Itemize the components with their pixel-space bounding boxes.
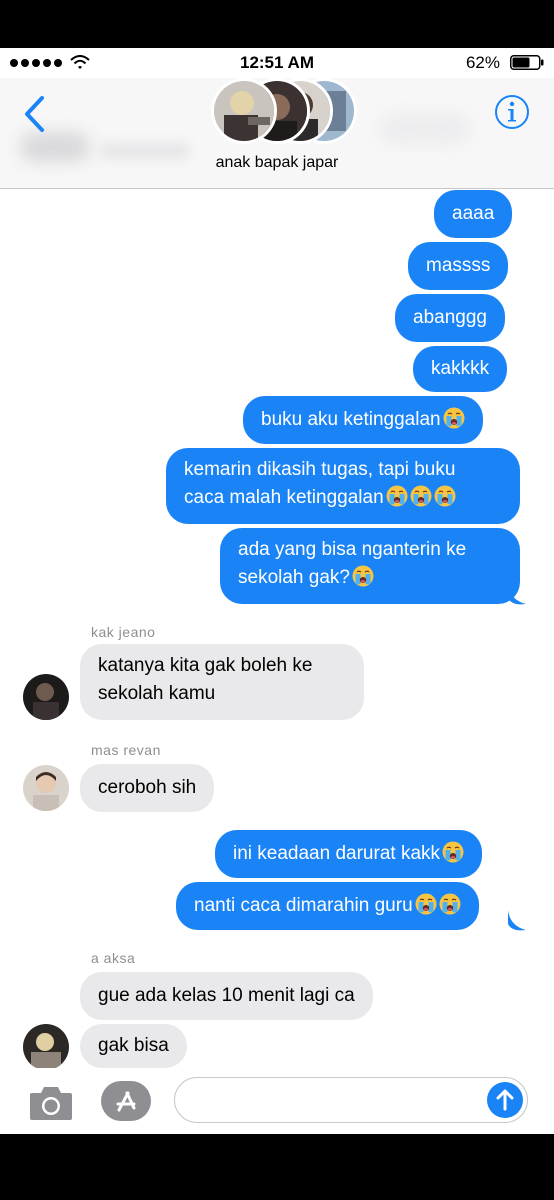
outgoing-message[interactable]: nanti caca dimarahin guru	[176, 882, 479, 930]
incoming-message[interactable]: gue ada kelas 10 menit lagi ca	[80, 972, 373, 1020]
outgoing-message[interactable]: kemarin dikasih tugas, tapi buku caca ma…	[166, 448, 520, 524]
group-name[interactable]: anak bapak japar	[0, 154, 554, 172]
info-icon[interactable]	[494, 94, 530, 130]
status-bar: 12:51 AM 62%	[0, 48, 554, 78]
back-chevron-icon[interactable]	[20, 94, 50, 134]
battery-percentage: 62%	[465, 53, 500, 72]
avatar	[211, 78, 277, 144]
avatar[interactable]	[23, 765, 69, 811]
send-button[interactable]	[487, 1082, 523, 1118]
messages-screen: 12:51 AM 62% anak bapak japar aaaa masss…	[0, 48, 554, 1134]
app-store-icon[interactable]	[100, 1080, 152, 1122]
loudly-crying-face-icon	[410, 485, 432, 507]
sender-name: mas revan	[91, 742, 161, 758]
group-avatars[interactable]	[211, 78, 357, 144]
outgoing-message[interactable]: ada yang bisa nganterin ke sekolah gak?	[220, 528, 520, 604]
sender-name: a aksa	[91, 950, 136, 966]
incoming-message[interactable]: katanya kita gak boleh ke sekolah kamu	[80, 644, 364, 720]
outgoing-message[interactable]: ini keadaan darurat kakk	[215, 830, 483, 878]
avatar[interactable]	[23, 674, 69, 720]
loudly-crying-face-icon	[434, 485, 456, 507]
incoming-message[interactable]: gak bisa	[80, 1024, 187, 1068]
compose-bar	[0, 1068, 554, 1134]
outgoing-message[interactable]: abanggg	[395, 294, 505, 342]
outgoing-message[interactable]: massss	[408, 242, 509, 290]
sender-name: kak jeano	[91, 624, 156, 640]
bottom-bezel	[0, 1134, 554, 1200]
loudly-crying-face-icon	[352, 565, 374, 587]
incoming-message[interactable]: ceroboh sih	[80, 764, 215, 812]
outgoing-message[interactable]: aaaa	[434, 190, 513, 238]
camera-icon[interactable]	[28, 1084, 74, 1122]
avatar[interactable]	[23, 1024, 69, 1070]
outgoing-message[interactable]: buku aku ketinggalan	[243, 396, 483, 444]
outgoing-message[interactable]: kakkkk	[413, 346, 508, 392]
loudly-crying-face-icon	[415, 893, 437, 915]
loudly-crying-face-icon	[442, 841, 464, 863]
conversation-header: anak bapak japar	[0, 78, 554, 189]
loudly-crying-face-icon	[386, 485, 408, 507]
message-input[interactable]	[174, 1077, 528, 1123]
loudly-crying-face-icon	[443, 407, 465, 429]
loudly-crying-face-icon	[439, 893, 461, 915]
arrow-up-icon	[496, 1089, 514, 1111]
bubble-tail	[508, 584, 526, 605]
bubble-tail	[508, 910, 526, 931]
battery-icon	[510, 55, 544, 70]
